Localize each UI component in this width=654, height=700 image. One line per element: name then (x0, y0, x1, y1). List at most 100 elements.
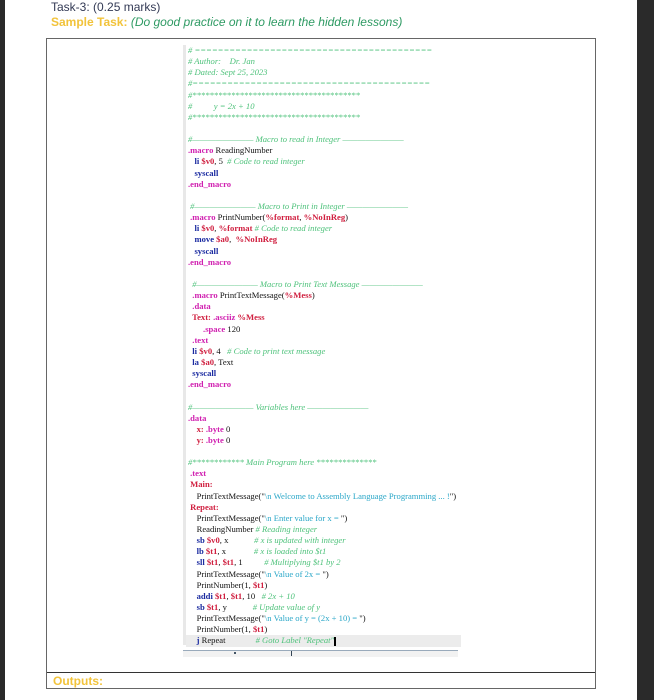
code-line: lb $t1, x # x is loaded into $t1 (186, 546, 461, 557)
code-token: %NoInReg (303, 212, 346, 223)
left-window-edge (0, 0, 5, 700)
code-token: # y = 2x + 10 (188, 100, 255, 111)
code-token: syscall (188, 368, 217, 379)
code-token: %NoInReg (235, 234, 278, 245)
code-token: ") (322, 568, 329, 579)
code-token: y: (196, 434, 206, 445)
code-line: # y = 2x + 10 (186, 101, 461, 112)
code-token: # x is updated with integer (254, 535, 346, 546)
code-line: .data (186, 301, 461, 312)
code-line: j Repeat # Goto Label "Repeat" (186, 635, 461, 647)
code-token: # x is loaded into $t1 (253, 546, 327, 557)
code-token: Repeat: (188, 501, 219, 512)
code-token: Main: (188, 479, 213, 490)
code-line: .end_macro (186, 257, 461, 268)
code-token: $a0 (201, 356, 215, 367)
code-token: j (188, 635, 202, 646)
code-token: Repeat (201, 635, 256, 646)
code-token: ) (345, 212, 349, 223)
code-token: .space (188, 323, 228, 334)
code-token: #———————— Macro to read in Integer —————… (188, 134, 404, 145)
code-line: .text (186, 335, 461, 346)
code-token: .asciiz (213, 312, 238, 323)
code-line: PrintTextMessage("\n Enter value for x =… (186, 513, 461, 524)
code-token: syscall (194, 167, 219, 178)
code-token: #*************************************** (188, 89, 360, 100)
code-line: Main: (186, 479, 461, 490)
code-token: addi (196, 590, 215, 601)
code-token: .end_macro (188, 379, 232, 390)
code-token: \n Welcome to Assembly Language Programm… (264, 490, 450, 501)
code-token: PrintTextMessage(" (188, 512, 265, 523)
right-window-edge (637, 0, 654, 700)
code-token: sb (196, 602, 207, 613)
code-token: , 1 (234, 557, 265, 568)
code-line: sb $v0, x # x is updated with integer (186, 535, 461, 546)
text-cursor (334, 636, 337, 646)
code-line: ReadingNumber # Reading integer (186, 524, 461, 535)
code-token: , 4 (212, 345, 228, 356)
code-line: #———————— Macro to Print Text Message ——… (186, 279, 461, 290)
code-token: #=======================================… (188, 78, 431, 89)
code-token: sll (196, 557, 207, 568)
code-token: ) (264, 579, 268, 590)
code-line: PrintTextMessage("\n Welcome to Assembly… (186, 491, 461, 502)
code-token: $t1 (206, 602, 219, 613)
sample-task-note: (Do good practice on it to learn the hid… (130, 15, 403, 29)
code-line: x: .byte 0 (186, 424, 461, 435)
code-token: \n Enter value for x = (264, 512, 341, 523)
code-line: .macro PrintTextMessage(%Mess) (186, 290, 461, 301)
code-token: 120 (227, 323, 241, 334)
sample-task-line: Sample Task: (Do good practice on it to … (51, 15, 402, 29)
code-token: $t1 (252, 624, 265, 635)
code-token: .macro (188, 290, 220, 301)
code-token: # Code to read integer (252, 223, 333, 234)
code-line: syscall (186, 168, 461, 179)
code-token: .end_macro (188, 178, 232, 189)
code-line: # Dated: Sept 25, 2023 (186, 67, 461, 78)
code-token: %Mess (284, 290, 312, 301)
code-token: \n Value of y = (2x + 10) = (264, 613, 360, 624)
code-token: # Goto Label "Repeat" (255, 635, 335, 646)
code-line: sb $t1, y # Update value of y (186, 602, 461, 613)
code-token: # Author: Dr. Jan (188, 56, 255, 67)
code-token: ReadingNumber (188, 524, 256, 535)
code-token: # ======================================… (188, 45, 433, 55)
code-token: .byte (205, 434, 226, 445)
code-token: $v0 (201, 223, 215, 234)
code-token: ) (264, 624, 268, 635)
code-token: #———————— Macro to Print in Integer ————… (188, 200, 409, 211)
code-token: .data (188, 412, 207, 423)
code-token: $t1 (206, 557, 219, 568)
code-token: PrintTextMessage( (219, 290, 285, 301)
scroll-thumb[interactable] (291, 651, 292, 656)
sample-task-label: Sample Task: (51, 15, 128, 29)
horizontal-scrollbar[interactable] (183, 650, 458, 657)
code-line: y: .byte 0 (186, 435, 461, 446)
code-token: .byte (205, 423, 226, 434)
code-token: # Multiplying $t1 by 2 (264, 557, 341, 568)
code-token: # Code to print text message (227, 345, 326, 356)
code-token: move (194, 234, 217, 245)
code-token: PrintTextMessage(" (188, 568, 265, 579)
code-token: $t1 (222, 557, 235, 568)
code-token: , Text (214, 356, 234, 367)
code-token: $v0 (199, 345, 213, 356)
code-line: li $v0, %format # Code to read integer (186, 223, 461, 234)
code-line: .text (186, 468, 461, 479)
code-token: , x (217, 546, 254, 557)
code-token: $t1 (215, 590, 227, 601)
code-token: # Code to read integer (227, 156, 305, 167)
task-title: Task-3: (0.25 marks) (51, 0, 161, 14)
code-line: #************ Main Program here ********… (186, 457, 461, 468)
code-token: $v0 (206, 535, 220, 546)
code-line: Repeat: (186, 502, 461, 513)
code-token: #———————— Variables here ———————— (188, 401, 369, 412)
code-line: #———————— Variables here ———————— (186, 402, 461, 413)
outputs-label: Outputs: (53, 674, 103, 688)
code-token: %Mess (237, 312, 265, 323)
